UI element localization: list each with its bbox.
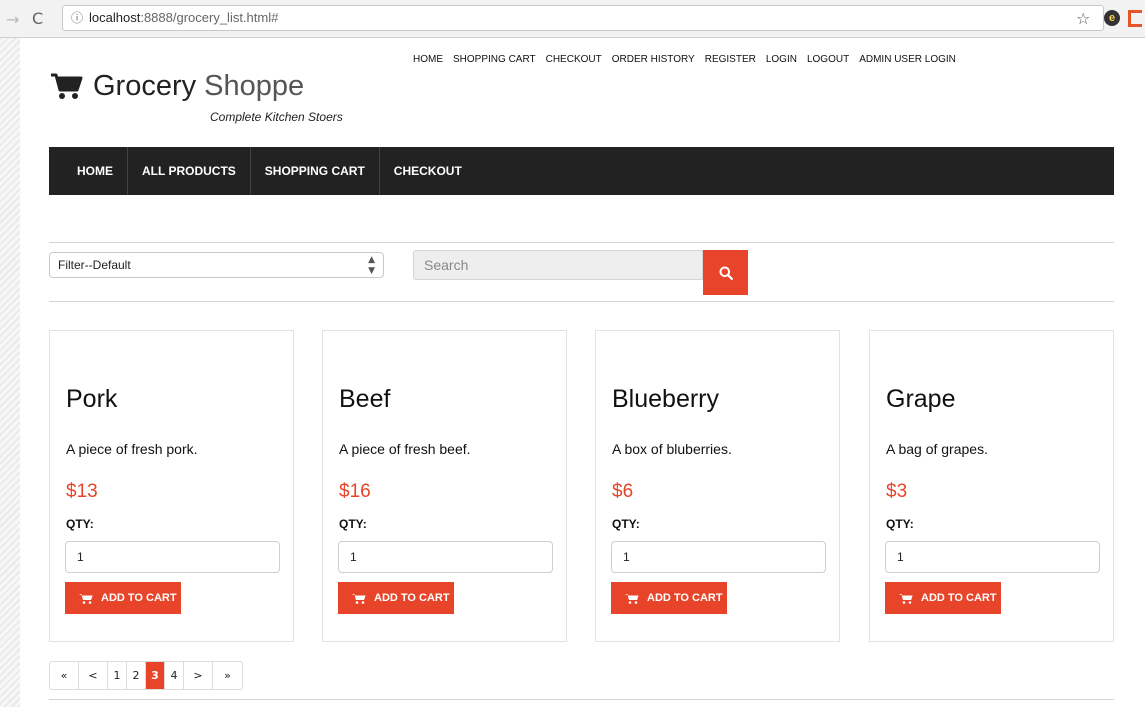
site-tagline: Complete Kitchen Stoers — [210, 110, 343, 124]
topnav-checkout[interactable]: CHECKOUT — [546, 54, 602, 65]
pagination-last[interactable]: » — [213, 662, 242, 689]
qty-input[interactable]: 1 — [885, 541, 1100, 573]
url-path: :8888/grocery_list.html# — [140, 10, 279, 25]
qty-label: QTY: — [612, 517, 640, 531]
product-description: A box of bluberries. — [612, 441, 732, 457]
add-to-cart-label: ADD TO CART — [647, 592, 723, 604]
mainnav-checkout[interactable]: CHECKOUT — [380, 147, 476, 195]
product-price: $3 — [886, 481, 908, 502]
cart-icon — [625, 593, 639, 604]
office-extension-icon[interactable] — [1128, 10, 1142, 27]
add-to-cart-label: ADD TO CART — [101, 592, 177, 604]
qty-label: QTY: — [339, 517, 367, 531]
pagination-page-3[interactable]: 3 — [146, 662, 165, 689]
cart-icon — [352, 593, 366, 604]
add-to-cart-label: ADD TO CART — [921, 592, 997, 604]
product-description: A piece of fresh beef. — [339, 441, 471, 457]
search-button[interactable] — [703, 250, 748, 295]
divider — [49, 242, 1114, 243]
mainnav-shopping-cart[interactable]: SHOPPING CART — [251, 147, 380, 195]
logo-word-grocery: Grocery — [93, 69, 197, 102]
topnav-home[interactable]: HOME — [413, 54, 443, 65]
topnav-register[interactable]: REGISTER — [705, 54, 756, 65]
address-bar[interactable]: ⓘ localhost:8888/grocery_list.html# — [62, 5, 1104, 31]
product-price: $16 — [339, 481, 371, 502]
product-card-pork: Pork A piece of fresh pork. $13 QTY: 1 A… — [49, 330, 294, 642]
top-utility-nav: HOME SHOPPING CART CHECKOUT ORDER HISTOR… — [413, 54, 956, 65]
product-price: $13 — [66, 481, 98, 502]
cart-icon — [899, 593, 913, 604]
filter-select[interactable]: Filter--Default ▲ ▼ — [49, 252, 384, 278]
select-arrows-icon: ▲ ▼ — [368, 255, 375, 276]
pagination-prev[interactable]: < — [79, 662, 108, 689]
product-name[interactable]: Blueberry — [612, 385, 719, 414]
product-price: $6 — [612, 481, 634, 502]
qty-input[interactable]: 1 — [65, 541, 280, 573]
add-to-cart-button[interactable]: ADD TO CART — [885, 582, 1001, 614]
add-to-cart-button[interactable]: ADD TO CART — [65, 582, 181, 614]
product-card-beef: Beef A piece of fresh beef. $16 QTY: 1 A… — [322, 330, 567, 642]
search-input[interactable]: Search — [413, 250, 703, 280]
topnav-shopping-cart[interactable]: SHOPPING CART — [453, 54, 536, 65]
topnav-logout[interactable]: LOGOUT — [807, 54, 849, 65]
reload-icon[interactable]: C — [32, 9, 43, 28]
cart-icon — [79, 593, 93, 604]
star-icon[interactable]: ☆ — [1076, 9, 1090, 28]
pagination: « < 1 2 3 4 > » — [49, 661, 243, 690]
filter-select-value: Filter--Default — [58, 258, 131, 272]
product-description: A bag of grapes. — [886, 441, 988, 457]
topnav-login[interactable]: LOGIN — [766, 54, 797, 65]
page-background-stripe — [0, 38, 20, 707]
add-to-cart-label: ADD TO CART — [374, 592, 450, 604]
pagination-page-2[interactable]: 2 — [127, 662, 146, 689]
qty-label: QTY: — [886, 517, 914, 531]
add-to-cart-button[interactable]: ADD TO CART — [338, 582, 454, 614]
topnav-admin-login[interactable]: ADMIN USER LOGIN — [859, 54, 956, 65]
back-arrow-icon[interactable]: → — [6, 10, 19, 29]
cart-icon — [51, 73, 83, 99]
divider — [49, 301, 1114, 302]
logo-word-shoppe: Shoppe — [204, 69, 305, 102]
pagination-page-4[interactable]: 4 — [165, 662, 184, 689]
qty-input[interactable]: 1 — [338, 541, 553, 573]
qty-input[interactable]: 1 — [611, 541, 826, 573]
url-host: localhost — [89, 10, 141, 25]
extension-icon[interactable]: e — [1104, 10, 1120, 26]
pagination-page-1[interactable]: 1 — [108, 662, 127, 689]
main-nav-bar: HOME ALL PRODUCTS SHOPPING CART CHECKOUT — [49, 147, 1114, 195]
product-card-blueberry: Blueberry A box of bluberries. $6 QTY: 1… — [595, 330, 840, 642]
topnav-order-history[interactable]: ORDER HISTORY — [612, 54, 695, 65]
search-icon — [719, 266, 733, 280]
product-name[interactable]: Grape — [886, 385, 955, 414]
pagination-next[interactable]: > — [184, 662, 213, 689]
qty-label: QTY: — [66, 517, 94, 531]
product-name[interactable]: Pork — [66, 385, 117, 414]
product-name[interactable]: Beef — [339, 385, 390, 414]
mainnav-all-products[interactable]: ALL PRODUCTS — [128, 147, 251, 195]
product-description: A piece of fresh pork. — [66, 441, 198, 457]
mainnav-home[interactable]: HOME — [49, 147, 128, 195]
product-card-grape: Grape A bag of grapes. $3 QTY: 1 ADD TO … — [869, 330, 1114, 642]
site-logo[interactable]: Grocery Shoppe — [50, 66, 304, 106]
info-icon[interactable]: ⓘ — [71, 11, 83, 25]
browser-toolbar: → C ⓘ localhost:8888/grocery_list.html# ☆… — [0, 0, 1145, 38]
divider — [49, 699, 1114, 700]
pagination-first[interactable]: « — [50, 662, 79, 689]
add-to-cart-button[interactable]: ADD TO CART — [611, 582, 727, 614]
